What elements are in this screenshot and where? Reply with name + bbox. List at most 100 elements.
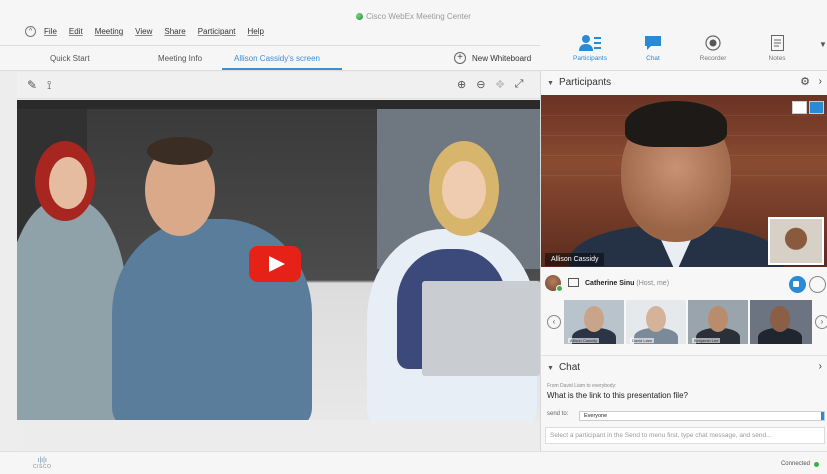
- filmstrip-prev-icon[interactable]: ‹: [547, 315, 561, 329]
- notes-panel-label: Notes: [768, 55, 786, 62]
- pen-icon[interactable]: ✎: [27, 78, 37, 92]
- shared-screen-footer: [17, 420, 540, 450]
- play-icon[interactable]: [249, 246, 301, 282]
- self-view-thumbnail[interactable]: [768, 217, 824, 265]
- grid-view-icon[interactable]: [809, 101, 824, 114]
- chat-section: ▼ Chat › From David Liam to everybody: Wh…: [541, 355, 827, 451]
- tabs-row: Quick Start Meeting Info Allison Cassidy…: [0, 46, 540, 71]
- shared-screen: [17, 100, 540, 430]
- filmstrip-next-icon[interactable]: ›: [815, 315, 827, 329]
- video-person-center-hair: [147, 137, 213, 165]
- status-bar: ı|ı|ı CISCO Connected: [0, 451, 827, 474]
- speaker-hair: [625, 101, 727, 147]
- menu-file[interactable]: File: [44, 27, 57, 36]
- webex-logo-icon: [356, 13, 364, 20]
- app-title: Cisco WebEx Meeting Center: [0, 12, 827, 21]
- host-role: (Host, me): [636, 280, 670, 287]
- avatar: [545, 275, 563, 292]
- connection-status: Connected: [781, 461, 819, 467]
- menu-edit[interactable]: Edit: [69, 27, 83, 36]
- active-speaker-name: Allison Cassidy: [545, 253, 605, 266]
- tab-shared-screen[interactable]: Allison Cassidy's screen: [234, 54, 320, 63]
- chat-panel-button[interactable]: Chat: [623, 33, 683, 62]
- video-person-left-face: [49, 157, 87, 209]
- menu-participant[interactable]: Participant: [198, 27, 236, 36]
- recorder-panel-label: Recorder: [699, 55, 727, 62]
- plus-icon: +: [454, 52, 466, 64]
- active-speaker-video[interactable]: Allison Cassidy: [541, 95, 827, 267]
- participants-panel-label: Participants: [573, 55, 607, 62]
- recorder-icon: [683, 33, 743, 53]
- host-name-text: Catherine Sinu: [585, 280, 635, 287]
- active-tab-indicator: [222, 68, 342, 70]
- menu-bar: File Edit Meeting View Share Participant…: [44, 27, 264, 36]
- gear-icon[interactable]: ⚙: [800, 75, 810, 88]
- participant-filmstrip: ‹ Allison Cassidy David Liam Benjamin Le…: [541, 300, 827, 348]
- cisco-logo: ı|ı|ı CISCO: [33, 457, 51, 470]
- cisco-logo-text: CISCO: [33, 464, 52, 470]
- host-name: Catherine Sinu (Host, me): [585, 280, 669, 287]
- send-to-label: send to:: [547, 411, 569, 417]
- zoom-tools: ⊕ ⊖ ✥ ⤢: [457, 78, 523, 91]
- new-whiteboard-label: New Whiteboard: [472, 53, 532, 63]
- tab-quick-start[interactable]: Quick Start: [50, 54, 90, 63]
- annotate-control-icon[interactable]: ⟟: [47, 78, 51, 93]
- participant-thumbnail[interactable]: Allison Cassidy: [564, 300, 624, 344]
- microphone-icon[interactable]: [809, 276, 826, 293]
- participants-section-header[interactable]: ▼ Participants ⚙ ›: [541, 71, 827, 93]
- thumbnail-name: Benjamin Lee: [692, 338, 721, 343]
- cisco-bars-icon: ı|ı|ı: [37, 457, 47, 464]
- thumbnail-list: Allison Cassidy David Liam Benjamin Lee: [564, 300, 812, 344]
- video-person-right-face: [442, 161, 486, 219]
- list-view-icon[interactable]: [792, 101, 807, 114]
- participant-thumbnail[interactable]: Benjamin Lee: [688, 300, 748, 344]
- menu-meeting[interactable]: Meeting: [95, 27, 123, 36]
- panel-buttons: Participants Chat Recorder Notes ▼: [540, 30, 827, 71]
- participants-header-label: Participants: [558, 77, 612, 88]
- thumbnail-name: Allison Cassidy: [568, 338, 600, 343]
- recorder-panel-button[interactable]: Recorder: [683, 33, 743, 62]
- chat-header-label: Chat: [558, 362, 581, 373]
- video-frame[interactable]: [17, 109, 540, 429]
- presence-icon: [556, 285, 563, 292]
- tab-meeting-info[interactable]: Meeting Info: [158, 54, 202, 63]
- fullscreen-icon[interactable]: ⤢: [515, 78, 524, 91]
- host-row: Catherine Sinu (Host, me): [541, 272, 827, 296]
- chat-input[interactable]: Select a participant in the Send to menu…: [545, 427, 825, 444]
- video-laptop: [422, 281, 540, 376]
- menu-view[interactable]: View: [135, 27, 152, 36]
- connected-dot-icon: [814, 461, 819, 467]
- close-chat-icon[interactable]: ›: [819, 361, 822, 372]
- close-panel-icon[interactable]: ›: [819, 76, 822, 87]
- zoom-in-icon[interactable]: ⊕: [457, 78, 466, 91]
- pan-icon[interactable]: ✥: [495, 78, 504, 91]
- participant-thumbnail[interactable]: David Liam: [626, 300, 686, 344]
- send-to-select[interactable]: Everyone: [579, 411, 825, 421]
- participant-thumbnail[interactable]: [750, 300, 812, 344]
- collapse-participants-icon[interactable]: ▼: [547, 80, 554, 87]
- annotation-toolbar: ✎ ⟟ ⊕ ⊖ ✥ ⤢: [17, 72, 540, 99]
- participants-icon: [560, 33, 620, 53]
- thumbnail-name: David Liam: [630, 338, 655, 343]
- notes-panel-button[interactable]: Notes: [747, 33, 807, 62]
- layout-buttons: [792, 101, 824, 114]
- chat-section-header[interactable]: ▼ Chat ›: [541, 355, 827, 377]
- more-dropdown-icon[interactable]: ▼: [819, 40, 827, 49]
- app-title-text: Cisco WebEx Meeting Center: [366, 12, 471, 21]
- collapse-icon[interactable]: ^: [25, 26, 36, 37]
- chat-icon: [623, 33, 683, 53]
- menu-share[interactable]: Share: [164, 27, 185, 36]
- new-whiteboard-button[interactable]: + New Whiteboard: [454, 52, 531, 64]
- chat-sender-line: From David Liam to everybody:: [547, 383, 617, 389]
- connection-label: Connected: [780, 461, 810, 467]
- right-panel: ▼ Participants ⚙ › Allison Cassidy Cather…: [540, 71, 827, 451]
- camera-icon[interactable]: [789, 276, 806, 293]
- zoom-out-icon[interactable]: ⊖: [476, 78, 485, 91]
- chat-message: What is the link to this presentation fi…: [547, 391, 688, 400]
- video-person-left: [17, 199, 127, 429]
- collapse-chat-icon[interactable]: ▼: [547, 365, 554, 372]
- menu-help[interactable]: Help: [248, 27, 264, 36]
- presenter-icon: [568, 278, 579, 287]
- participants-panel-button[interactable]: Participants: [560, 33, 620, 62]
- webex-window: Cisco WebEx Meeting Center ^ File Edit M…: [0, 0, 827, 474]
